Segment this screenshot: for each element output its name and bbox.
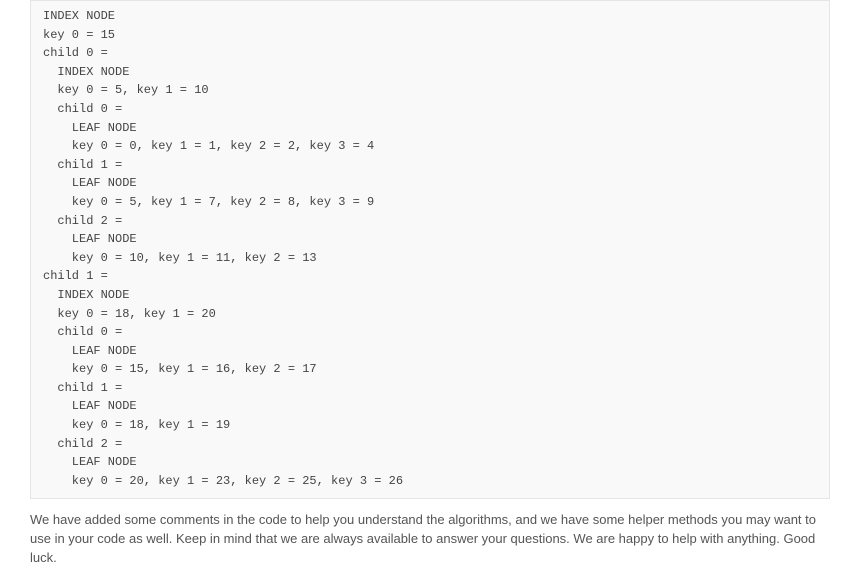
code-line: child 1 =: [43, 379, 817, 398]
code-block: INDEX NODEkey 0 = 15child 0 =INDEX NODEk…: [30, 0, 830, 499]
code-line: child 2 =: [43, 435, 817, 454]
code-line: child 1 =: [43, 267, 817, 286]
code-line: key 0 = 10, key 1 = 11, key 2 = 13: [43, 249, 817, 268]
code-line: key 0 = 5, key 1 = 7, key 2 = 8, key 3 =…: [43, 193, 817, 212]
code-line: LEAF NODE: [43, 230, 817, 249]
code-line: child 1 =: [43, 156, 817, 175]
code-line: key 0 = 0, key 1 = 1, key 2 = 2, key 3 =…: [43, 137, 817, 156]
code-line: LEAF NODE: [43, 397, 817, 416]
code-line: INDEX NODE: [43, 286, 817, 305]
code-line: child 0 =: [43, 44, 817, 63]
code-line: INDEX NODE: [43, 63, 817, 82]
code-line: key 0 = 15, key 1 = 16, key 2 = 17: [43, 360, 817, 379]
code-line: child 0 =: [43, 100, 817, 119]
description-paragraph: We have added some comments in the code …: [30, 511, 830, 568]
code-line: LEAF NODE: [43, 453, 817, 472]
code-line: LEAF NODE: [43, 119, 817, 138]
code-line: key 0 = 18, key 1 = 20: [43, 305, 817, 324]
code-line: LEAF NODE: [43, 174, 817, 193]
code-line: key 0 = 15: [43, 26, 817, 45]
code-line: child 2 =: [43, 212, 817, 231]
code-line: key 0 = 18, key 1 = 19: [43, 416, 817, 435]
code-line: INDEX NODE: [43, 7, 817, 26]
code-line: child 0 =: [43, 323, 817, 342]
code-line: key 0 = 20, key 1 = 23, key 2 = 25, key …: [43, 472, 817, 491]
code-line: LEAF NODE: [43, 342, 817, 361]
code-line: key 0 = 5, key 1 = 10: [43, 81, 817, 100]
